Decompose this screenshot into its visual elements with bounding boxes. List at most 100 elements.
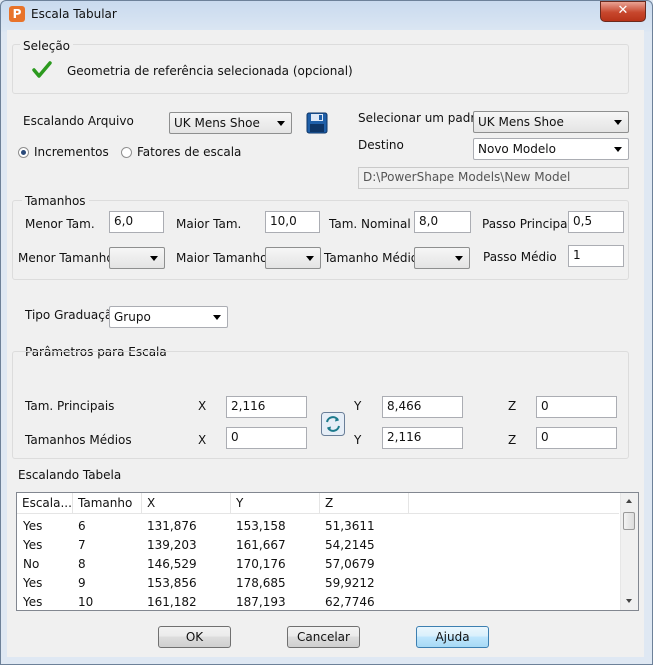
principal-x-field[interactable]: 2,116: [226, 396, 307, 418]
table-scrollbar[interactable]: [620, 493, 638, 610]
table-cell: 178,685: [236, 576, 286, 590]
principal-x-label: X: [198, 399, 207, 413]
table-row[interactable]: Yes 6 131,876 153,158 51,3611: [17, 517, 617, 536]
chevron-down-icon: [614, 120, 622, 125]
medium-y-field[interactable]: 2,116: [382, 427, 463, 449]
cancel-button[interactable]: Cancelar: [287, 626, 360, 648]
table-cell: Yes: [23, 576, 43, 590]
table-cell: 8: [78, 557, 86, 571]
medium-y-label: Y: [354, 433, 362, 447]
scroll-up-icon[interactable]: [626, 499, 632, 503]
table-cell: 6: [78, 519, 86, 533]
min-size-label: Menor Tam.: [25, 217, 95, 231]
table-row[interactable]: No 8 146,529 170,176 57,0679: [17, 555, 617, 574]
grading-select[interactable]: Grupo: [109, 306, 228, 328]
standard-select-value: UK Mens Shoe: [478, 115, 564, 129]
checkmark-icon: [32, 61, 52, 78]
title-bar: P Escala Tabular ✕: [0, 0, 653, 30]
refresh-icon[interactable]: [321, 412, 345, 436]
avg-step-field[interactable]: 1: [568, 245, 624, 267]
table-cell: 7: [78, 538, 86, 552]
scaling-table[interactable]: Escala... Tamanho X Y Z Yes 6 131,876 15…: [16, 492, 639, 611]
column-header-size[interactable]: Tamanho: [73, 493, 142, 514]
chevron-down-icon: [306, 256, 314, 261]
table-cell: Yes: [23, 595, 43, 609]
principal-sizes-label: Tam. Principais: [25, 399, 115, 413]
column-header-y[interactable]: Y: [231, 493, 320, 514]
app-icon: P: [9, 6, 25, 22]
column-header-scale[interactable]: Escala...: [17, 493, 73, 514]
chevron-down-icon: [614, 147, 622, 152]
largest-size-select[interactable]: [265, 247, 321, 269]
nominal-size-field[interactable]: 8,0: [414, 211, 471, 233]
principal-y-label: Y: [354, 399, 362, 413]
table-cell: 62,7746: [325, 595, 375, 609]
principal-z-field[interactable]: 0: [536, 396, 617, 418]
scale-factors-label[interactable]: Fatores de escala: [137, 145, 241, 159]
chevron-down-icon: [277, 121, 285, 126]
increments-label[interactable]: Incrementos: [34, 145, 109, 159]
table-cell: 153,856: [147, 576, 197, 590]
standard-label: Selecionar um padrã: [358, 111, 483, 125]
table-cell: 146,529: [147, 557, 197, 571]
destination-select[interactable]: Novo Modelo: [473, 138, 629, 160]
window-title: Escala Tabular: [31, 7, 117, 21]
table-row[interactable]: Yes 7 139,203 161,667 54,2145: [17, 536, 617, 555]
file-label: Escalando Arquivo: [23, 114, 134, 128]
file-select-value: UK Mens Shoe: [174, 116, 260, 130]
close-button[interactable]: ✕: [600, 1, 646, 22]
scale-factors-radio[interactable]: [121, 147, 132, 158]
average-size-label: Tamanho Médio: [324, 251, 419, 265]
sizes-title: Tamanhos: [22, 194, 89, 208]
chevron-down-icon: [213, 315, 221, 320]
main-step-field[interactable]: 0,5: [568, 211, 624, 233]
dialog-body: Seleção Geometria de referência selecion…: [7, 30, 644, 657]
chevron-down-icon: [150, 256, 158, 261]
table-cell: Yes: [23, 538, 43, 552]
table-cell: 170,176: [236, 557, 286, 571]
scroll-thumb[interactable]: [623, 512, 635, 530]
medium-z-label: Z: [508, 433, 517, 447]
smallest-size-label: Menor Tamanho: [18, 251, 114, 265]
scroll-down-icon[interactable]: [626, 599, 632, 603]
table-cell: Yes: [23, 519, 43, 533]
min-size-field[interactable]: 6,0: [109, 211, 164, 233]
table-cell: No: [23, 557, 40, 571]
max-size-field[interactable]: 10,0: [265, 211, 320, 233]
table-cell: 161,182: [147, 595, 197, 609]
table-cell: 57,0679: [325, 557, 375, 571]
medium-sizes-label: Tamanhos Médios: [25, 433, 132, 447]
help-button[interactable]: Ajuda: [416, 626, 489, 648]
table-cell: 59,9212: [325, 576, 375, 590]
column-header-z[interactable]: Z: [320, 493, 409, 514]
table-cell: 153,158: [236, 519, 286, 533]
table-row[interactable]: Yes 9 153,856 178,685 59,9212: [17, 574, 617, 593]
table-cell: 161,667: [236, 538, 286, 552]
destination-path-field: D:\PowerShape Models\New Model: [358, 167, 629, 189]
selection-text: Geometria de referência selecionada (opc…: [67, 64, 353, 78]
table-cell: 51,3611: [325, 519, 375, 533]
table-title: Escalando Tabela: [18, 468, 122, 482]
standard-select[interactable]: UK Mens Shoe: [473, 111, 629, 133]
table-row[interactable]: Yes 10 161,182 187,193 62,7746: [17, 593, 617, 610]
medium-z-field[interactable]: 0: [536, 427, 617, 449]
save-icon[interactable]: [306, 112, 328, 134]
nominal-size-label: Tam. Nominal: [329, 217, 411, 231]
smallest-size-select[interactable]: [109, 247, 165, 269]
principal-y-field[interactable]: 8,466: [382, 396, 463, 418]
ok-button[interactable]: OK: [158, 626, 231, 648]
destination-select-value: Novo Modelo: [478, 142, 556, 156]
largest-size-label: Maior Tamanho: [176, 251, 268, 265]
principal-z-label: Z: [508, 399, 517, 413]
destination-label: Destino: [358, 138, 404, 152]
column-header-x[interactable]: X: [142, 493, 231, 514]
table-cell: 131,876: [147, 519, 197, 533]
grading-label: Tipo Graduação: [25, 308, 120, 322]
table-cell: 54,2145: [325, 538, 375, 552]
selection-title: Seleção: [20, 39, 74, 53]
increments-radio[interactable]: [18, 147, 29, 158]
medium-x-field[interactable]: 0: [226, 427, 307, 449]
table-cell: 10: [78, 595, 94, 609]
file-select[interactable]: UK Mens Shoe: [169, 112, 292, 134]
average-size-select[interactable]: [414, 247, 470, 269]
